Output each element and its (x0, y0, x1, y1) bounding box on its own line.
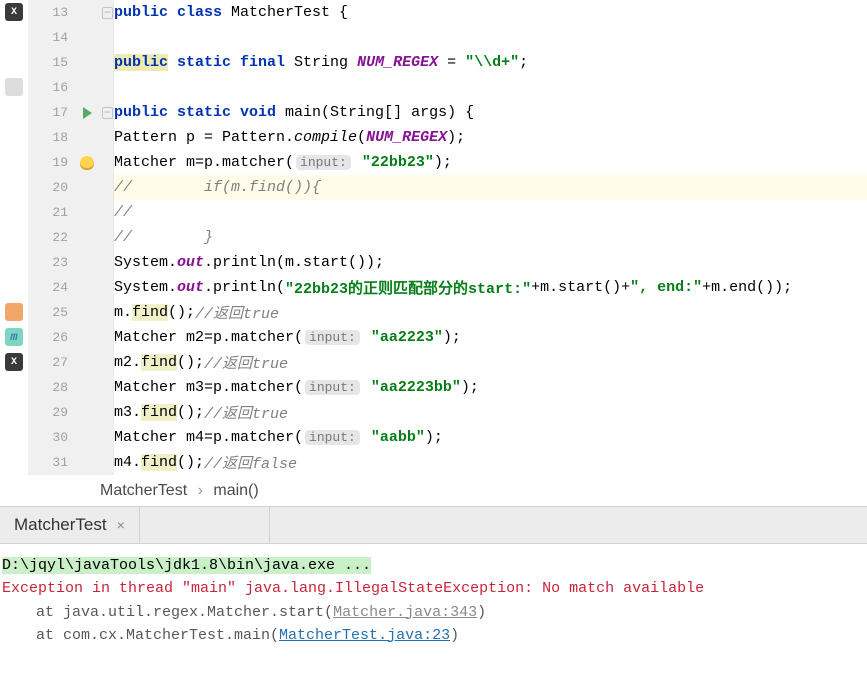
console-exception: Exception in thread "main" java.lang.Ill… (2, 577, 865, 600)
fold-toggle-icon[interactable]: − (102, 107, 113, 119)
line-number[interactable]: 25 (28, 305, 76, 320)
tab-marker-orange[interactable] (5, 303, 23, 321)
line-number[interactable]: 13 (28, 5, 76, 20)
line-number-gutter: 13 14 15 16 17 18 19 20 21 22 23 24 25 2… (28, 0, 76, 475)
line-number[interactable]: 30 (28, 430, 76, 445)
line-number[interactable]: 19 (28, 155, 76, 170)
stack-frame: at java.util.regex.Matcher.start(Matcher… (2, 601, 865, 624)
close-icon[interactable]: × (117, 517, 125, 533)
breadcrumb-class[interactable]: MatcherTest (100, 482, 187, 499)
line-number[interactable]: 29 (28, 405, 76, 420)
tab-marker-generic[interactable] (5, 78, 23, 96)
line-number[interactable]: 20 (28, 180, 76, 195)
console-output[interactable]: D:\jqyl\javaTools\jdk1.8\bin\java.exe ..… (0, 544, 867, 674)
stack-link[interactable]: Matcher.java:343 (333, 604, 477, 621)
line-number[interactable]: 24 (28, 280, 76, 295)
line-number[interactable]: 18 (28, 130, 76, 145)
tab-marker-x-icon[interactable]: X (5, 353, 23, 371)
run-icon[interactable] (83, 107, 92, 119)
fold-toggle-icon[interactable]: − (102, 7, 113, 19)
stack-link[interactable]: MatcherTest.java:23 (279, 627, 450, 644)
line-number[interactable]: 31 (28, 455, 76, 470)
tab-marker-close[interactable]: X (5, 3, 23, 21)
console-command: D:\jqyl\javaTools\jdk1.8\bin\java.exe ..… (2, 557, 371, 574)
breadcrumb-separator-icon: › (198, 482, 203, 499)
line-number[interactable]: 15 (28, 55, 76, 70)
tab-marker-m-icon[interactable]: m (5, 328, 23, 346)
run-tab[interactable]: MatcherTest × (0, 507, 140, 543)
breadcrumb-method[interactable]: main() (213, 482, 258, 499)
line-number[interactable]: 27 (28, 355, 76, 370)
lightbulb-icon[interactable] (80, 156, 94, 170)
stack-frame: at com.cx.MatcherTest.main(MatcherTest.j… (2, 624, 865, 647)
run-panel-tabs: MatcherTest × (0, 506, 867, 544)
code-editor[interactable]: public class MatcherTest { public static… (114, 0, 867, 475)
annotation-gutter (76, 0, 98, 475)
line-number[interactable]: 17 (28, 105, 76, 120)
breadcrumb[interactable]: MatcherTest › main() (0, 475, 867, 506)
line-number[interactable]: 16 (28, 80, 76, 95)
line-number[interactable]: 28 (28, 380, 76, 395)
run-tab-label: MatcherTest (14, 515, 107, 535)
line-number[interactable]: 23 (28, 255, 76, 270)
file-markers-strip: X m X (0, 0, 28, 475)
line-number[interactable]: 22 (28, 230, 76, 245)
line-number[interactable]: 26 (28, 330, 76, 345)
empty-tab-slot (140, 507, 270, 543)
line-number[interactable]: 14 (28, 30, 76, 45)
line-number[interactable]: 21 (28, 205, 76, 220)
editor-area: X m X 13 14 15 16 17 18 19 20 21 22 23 2… (0, 0, 867, 475)
fold-gutter: − − (98, 0, 114, 475)
